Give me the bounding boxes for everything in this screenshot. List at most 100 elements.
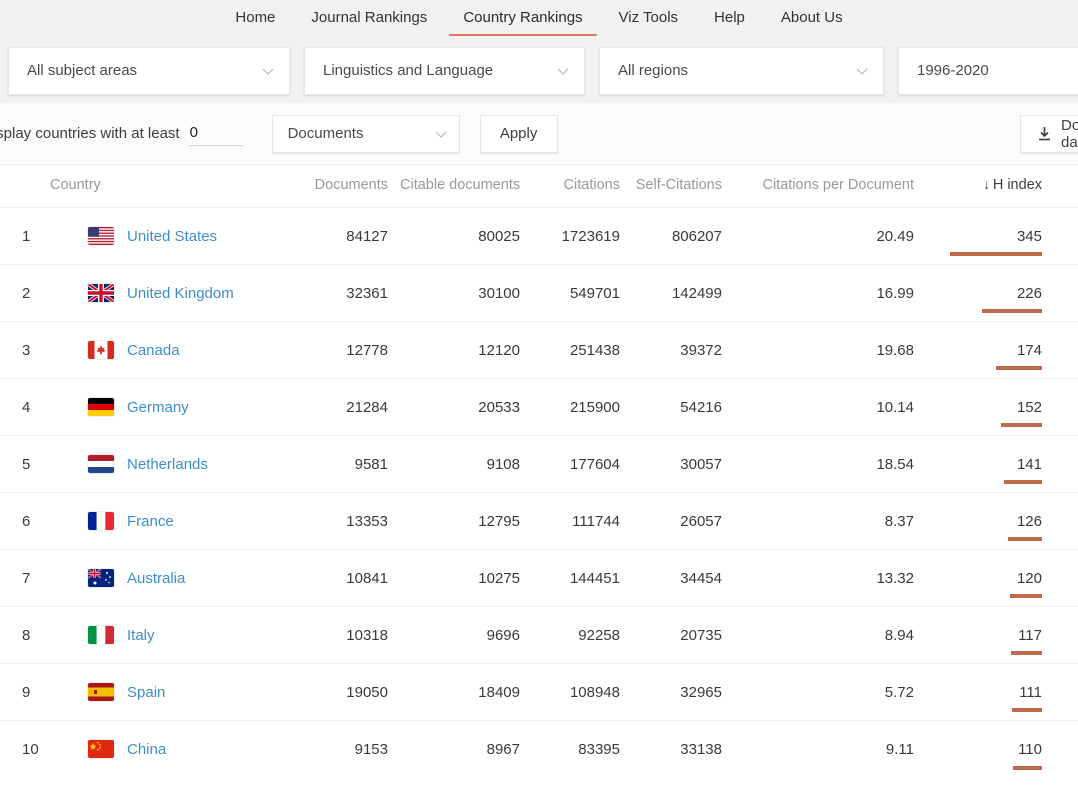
column-header-country[interactable]: Country <box>38 165 288 208</box>
country-link[interactable]: Italy <box>127 627 155 644</box>
table-row[interactable]: 7Australia10841102751444513445413.32120 <box>0 550 1078 607</box>
h-index-bar <box>1013 766 1042 770</box>
row-citable-documents: 12795 <box>400 493 532 550</box>
country-link[interactable]: France <box>127 513 174 530</box>
row-self-citations: 34454 <box>632 550 734 607</box>
h-index-bar-track <box>950 537 1042 541</box>
nav-item-about-us[interactable]: About Us <box>763 0 861 36</box>
row-rank: 8 <box>0 607 38 664</box>
row-citations: 251438 <box>532 322 632 379</box>
threshold-metric-value: Documents <box>288 125 424 142</box>
country-link[interactable]: Germany <box>127 399 189 416</box>
row-citable-documents: 12120 <box>400 322 532 379</box>
apply-button[interactable]: Apply <box>480 115 558 153</box>
row-citations: 111744 <box>532 493 632 550</box>
table-header: Country Documents Citable documents Cita… <box>0 165 1078 208</box>
row-citations: 83395 <box>532 721 632 778</box>
flag-icon-it <box>88 626 114 644</box>
row-self-citations: 806207 <box>632 208 734 265</box>
row-citations: 144451 <box>532 550 632 607</box>
nav-item-journal-rankings[interactable]: Journal Rankings <box>293 0 445 36</box>
h-index-bar-track <box>950 366 1042 370</box>
h-index-bar <box>950 252 1042 256</box>
threshold-metric-dropdown[interactable]: Documents <box>272 115 460 153</box>
row-documents: 10318 <box>288 607 400 664</box>
row-citations: 108948 <box>532 664 632 721</box>
nav-item-viz-tools[interactable]: Viz Tools <box>601 0 696 36</box>
country-link[interactable]: Netherlands <box>127 456 208 473</box>
column-header-citations-per-document[interactable]: Citations per Document <box>734 165 926 208</box>
row-citations-per-document: 8.94 <box>734 607 926 664</box>
row-h-index: 110 <box>1018 741 1042 758</box>
table-body: 1United States8412780025172361980620720.… <box>0 208 1078 778</box>
row-h-index-cell: 345 <box>926 208 1078 265</box>
row-self-citations: 32965 <box>632 664 734 721</box>
country-link[interactable]: Spain <box>127 684 165 701</box>
country-link[interactable]: Australia <box>127 570 185 587</box>
row-documents: 10841 <box>288 550 400 607</box>
h-index-bar <box>1010 594 1042 598</box>
table-row[interactable]: 8Italy10318969692258207358.94117 <box>0 607 1078 664</box>
row-self-citations: 20735 <box>632 607 734 664</box>
nav-item-help[interactable]: Help <box>696 0 763 36</box>
flag-icon-au <box>88 569 114 587</box>
row-country-cell: Italy <box>38 607 288 664</box>
row-citations-per-document: 10.14 <box>734 379 926 436</box>
table-row[interactable]: 9Spain1905018409108948329655.72111 <box>0 664 1078 721</box>
subject-area-value: All subject areas <box>27 62 251 79</box>
flag-icon-cn <box>88 740 114 758</box>
table-row[interactable]: 3Canada12778121202514383937219.68174 <box>0 322 1078 379</box>
row-self-citations: 30057 <box>632 436 734 493</box>
nav-item-country-rankings[interactable]: Country Rankings <box>445 0 600 36</box>
row-citable-documents: 10275 <box>400 550 532 607</box>
h-index-bar <box>1011 651 1042 655</box>
row-documents: 9153 <box>288 721 400 778</box>
download-label: Download data <box>1061 117 1078 151</box>
subject-category-dropdown[interactable]: Linguistics and Language <box>304 47 585 95</box>
h-index-bar-track <box>950 480 1042 484</box>
table-row[interactable]: 10China9153896783395331389.11110 <box>0 721 1078 778</box>
column-header-self-citations[interactable]: Self-Citations <box>632 165 734 208</box>
country-link[interactable]: China <box>127 741 166 758</box>
column-header-citable-documents[interactable]: Citable documents <box>400 165 532 208</box>
row-h-index: 126 <box>1017 513 1042 530</box>
filter-bar: All subject areas Linguistics and Langua… <box>0 38 1078 103</box>
row-citations-per-document: 8.37 <box>734 493 926 550</box>
row-citable-documents: 8967 <box>400 721 532 778</box>
row-citable-documents: 18409 <box>400 664 532 721</box>
row-rank: 1 <box>0 208 38 265</box>
table-row[interactable]: 4Germany21284205332159005421610.14152 <box>0 379 1078 436</box>
row-h-index: 120 <box>1017 570 1042 587</box>
table-row[interactable]: 5Netherlands958191081776043005718.54141 <box>0 436 1078 493</box>
column-header-citations[interactable]: Citations <box>532 165 632 208</box>
year-range-dropdown[interactable]: 1996-2020 <box>898 47 1078 95</box>
column-header-documents[interactable]: Documents <box>288 165 400 208</box>
row-rank: 4 <box>0 379 38 436</box>
row-documents: 19050 <box>288 664 400 721</box>
country-link[interactable]: Canada <box>127 342 180 359</box>
row-citable-documents: 30100 <box>400 265 532 322</box>
country-rankings-table: Country Documents Citable documents Cita… <box>0 165 1078 778</box>
row-citations-per-document: 13.32 <box>734 550 926 607</box>
h-index-bar-track <box>950 423 1042 427</box>
nav-item-home[interactable]: Home <box>217 0 293 36</box>
download-data-button[interactable]: Download data <box>1020 115 1078 153</box>
row-h-index-cell: 120 <box>926 550 1078 607</box>
country-link[interactable]: United States <box>127 228 217 245</box>
row-h-index: 117 <box>1018 627 1042 644</box>
column-header-h-index[interactable]: ↓H index <box>926 165 1078 208</box>
flag-icon-us <box>88 227 114 245</box>
chevron-down-icon <box>261 64 275 78</box>
row-documents: 13353 <box>288 493 400 550</box>
row-country-cell: China <box>38 721 288 778</box>
threshold-input[interactable] <box>188 121 244 146</box>
subject-area-dropdown[interactable]: All subject areas <box>8 47 290 95</box>
row-h-index-cell: 110 <box>926 721 1078 778</box>
table-row[interactable]: 6France1335312795111744260578.37126 <box>0 493 1078 550</box>
region-dropdown[interactable]: All regions <box>599 47 884 95</box>
chevron-down-icon <box>434 127 448 141</box>
row-h-index: 152 <box>1017 399 1042 416</box>
table-row[interactable]: 2United Kingdom323613010054970114249916.… <box>0 265 1078 322</box>
country-link[interactable]: United Kingdom <box>127 285 234 302</box>
table-row[interactable]: 1United States8412780025172361980620720.… <box>0 208 1078 265</box>
